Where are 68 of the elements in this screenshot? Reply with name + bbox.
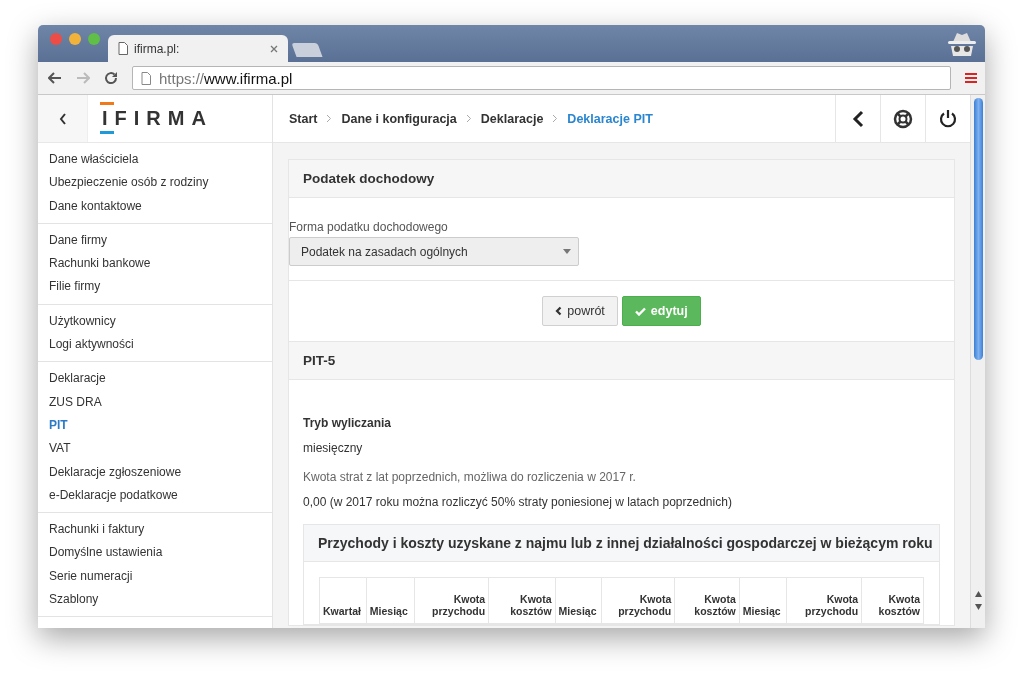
minimize-window-icon[interactable] bbox=[69, 33, 81, 45]
sidebar-item[interactable]: ZUS DRA bbox=[38, 390, 272, 414]
section-title: Przychody i koszty uzyskane z najmu lub z innej działalności gospodarczej w bieżącym roku bbox=[304, 525, 939, 562]
spy-hat-icon bbox=[947, 31, 977, 57]
breadcrumb-link[interactable]: Deklaracje PIT bbox=[567, 111, 653, 126]
scroll-down-icon[interactable] bbox=[974, 604, 982, 610]
new-tab-button[interactable] bbox=[291, 43, 323, 57]
breadcrumb-link[interactable]: Deklaracje bbox=[480, 111, 544, 126]
checkmark-icon bbox=[634, 306, 646, 316]
sidebar-item[interactable]: Serie numeracji bbox=[38, 564, 272, 589]
column-header: Miesiąc bbox=[739, 577, 787, 624]
chevron-left-icon bbox=[58, 112, 67, 125]
page-icon bbox=[118, 42, 128, 55]
chevron-left-icon bbox=[555, 306, 563, 316]
logo: IFIRMA bbox=[88, 95, 213, 142]
column-header: Kwota kosztów bbox=[488, 577, 556, 624]
column-header: Miesiąc bbox=[366, 577, 415, 624]
sidebar-item[interactable]: Rachunki bankowe bbox=[38, 252, 272, 276]
sidebar-item[interactable]: Rachunki i faktury bbox=[38, 518, 272, 542]
column-header: Kwota przychodu bbox=[786, 577, 862, 624]
sidebar-item[interactable]: Użytkownicy bbox=[38, 309, 272, 334]
page-icon bbox=[141, 71, 151, 85]
field-label: Kwota strat z lat poprzednich, możliwa do rozliczenia w 2017 r. bbox=[303, 470, 637, 484]
close-icon[interactable] bbox=[270, 44, 278, 53]
scrollbar-thumb[interactable] bbox=[973, 98, 983, 360]
address-bar[interactable]: https://www.ifirma.pl bbox=[132, 66, 951, 90]
breadcrumb-link[interactable]: Start bbox=[289, 111, 318, 126]
column-header: Kwota kosztów bbox=[861, 577, 924, 624]
sidebar-item[interactable]: PIT bbox=[38, 413, 272, 438]
sidebar-item[interactable]: e-Deklaracje podatkowe bbox=[38, 483, 272, 508]
scrollbar[interactable] bbox=[970, 95, 985, 628]
lifebuoy-icon bbox=[893, 108, 913, 129]
sidebar-item[interactable]: Dane firmy bbox=[38, 228, 272, 253]
menu-icon[interactable] bbox=[965, 72, 977, 84]
sidebar-item[interactable]: VAT bbox=[38, 437, 272, 461]
chevron-left-icon bbox=[852, 109, 864, 128]
column-header: Kwota przychodu bbox=[414, 577, 489, 624]
panel-title: Podatek dochodowy bbox=[289, 160, 954, 198]
back-button[interactable]: powrót bbox=[542, 296, 618, 326]
scroll-up-icon[interactable] bbox=[974, 591, 982, 597]
sidebar-item[interactable]: Szablony bbox=[38, 588, 272, 612]
reload-icon[interactable] bbox=[104, 71, 118, 85]
field-label: Tryb wyliczania bbox=[303, 416, 393, 430]
sidebar-item[interactable]: Dane kontaktowe bbox=[38, 194, 272, 218]
power-icon bbox=[939, 109, 957, 128]
column-header: Kwota przychodu bbox=[601, 577, 675, 624]
sidebar-item[interactable]: Deklaracje zgłoszeniowe bbox=[38, 460, 272, 484]
field-value: miesięczny bbox=[303, 441, 364, 455]
browser-tab[interactable]: ifirma.pl: bbox=[108, 35, 288, 62]
field-label: Forma podatku dochodowego bbox=[289, 220, 449, 234]
column-header: Kwartał bbox=[319, 577, 367, 624]
chevron-right-icon bbox=[552, 114, 559, 123]
tax-form-dropdown[interactable]: Podatek na zasadach ogólnych bbox=[289, 237, 579, 266]
field-value: 0,00 (w 2017 roku można rozliczyć 50% straty poniesionej w latach poprzednich) bbox=[303, 495, 733, 509]
sidebar-item[interactable]: Logi aktywności bbox=[38, 333, 272, 357]
column-header: Miesiąc bbox=[555, 577, 602, 624]
sidebar-item[interactable]: Ubezpieczenie osób z rodziny bbox=[38, 171, 272, 195]
breadcrumb-link[interactable]: Dane i konfiguracja bbox=[341, 111, 457, 126]
sidebar-item[interactable]: Filie firmy bbox=[38, 275, 272, 299]
back-arrow-icon[interactable] bbox=[48, 72, 62, 84]
chevron-right-icon bbox=[326, 114, 333, 123]
sidebar-item[interactable]: Dane właściciela bbox=[38, 148, 272, 172]
caret-icon bbox=[563, 249, 571, 254]
chevron-right-icon bbox=[465, 114, 472, 123]
column-header: Kwota kosztów bbox=[674, 577, 740, 624]
sidebar-item[interactable]: Deklaracje bbox=[38, 367, 272, 391]
panel-title: PIT-5 bbox=[289, 341, 954, 380]
sidebar-item[interactable]: Domyślne ustawienia bbox=[38, 541, 272, 565]
